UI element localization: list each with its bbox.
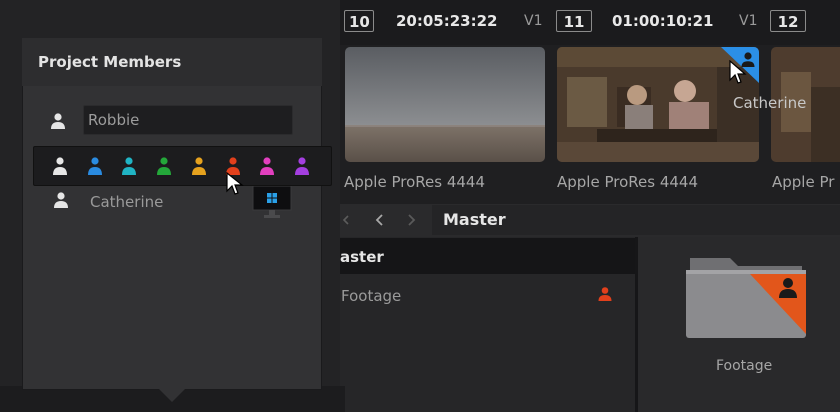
- user-icon: [54, 192, 68, 208]
- clip-thumbnail[interactable]: [345, 47, 545, 162]
- sidebar-toggle-button[interactable]: [340, 206, 358, 234]
- member-name: Catherine: [90, 193, 164, 211]
- clip-codec-label: Apple Pr: [772, 173, 835, 191]
- monitor-icon: [252, 186, 292, 218]
- bin-master-label: aster: [340, 248, 384, 266]
- breadcrumb-current: Master: [443, 210, 506, 229]
- chevron-left-icon: [342, 215, 349, 225]
- popup-title: Project Members: [38, 53, 182, 71]
- chevron-right-icon: [408, 214, 416, 226]
- clip-track: V1: [524, 13, 543, 29]
- back-button[interactable]: [364, 206, 394, 234]
- user-color-cyan-icon[interactable]: [120, 156, 138, 176]
- user-color-pink-icon[interactable]: [258, 156, 276, 176]
- clip-track: V1: [739, 13, 758, 29]
- locked-by-tooltip: Catherine: [733, 94, 807, 112]
- user-color-yellow-icon[interactable]: [190, 156, 208, 176]
- mouse-cursor-icon: [729, 60, 747, 84]
- user-lock-icon: [598, 287, 612, 301]
- user-color-white-icon[interactable]: [51, 156, 69, 176]
- bin-list-header[interactable]: [340, 238, 635, 274]
- clip-number-badge: 10: [344, 10, 374, 32]
- member-name-input[interactable]: [83, 105, 293, 135]
- clip-codec-label: Apple ProRes 4444: [557, 173, 698, 191]
- mouse-cursor-icon: [226, 172, 244, 195]
- forward-button[interactable]: [397, 206, 427, 234]
- clip-codec-label: Apple ProRes 4444: [344, 173, 485, 191]
- clip-timecode: 20:05:23:22: [396, 12, 498, 30]
- folder-name: Footage: [716, 358, 773, 374]
- user-color-green-icon[interactable]: [155, 156, 173, 176]
- chevron-left-icon: [375, 214, 383, 226]
- bin-name: Footage: [341, 287, 402, 305]
- user-icon: [51, 113, 65, 129]
- user-color-picker: [33, 146, 332, 186]
- user-color-purple-icon[interactable]: [293, 156, 311, 176]
- clip-timecode: 01:00:10:21: [612, 12, 714, 30]
- folder-icon[interactable]: [684, 256, 808, 340]
- thumbnail-image: [345, 47, 545, 162]
- clip-number-badge: 11: [556, 10, 592, 32]
- popup-pointer: [158, 388, 186, 402]
- clip-number-badge: 12: [770, 10, 806, 32]
- user-color-blue-icon[interactable]: [86, 156, 104, 176]
